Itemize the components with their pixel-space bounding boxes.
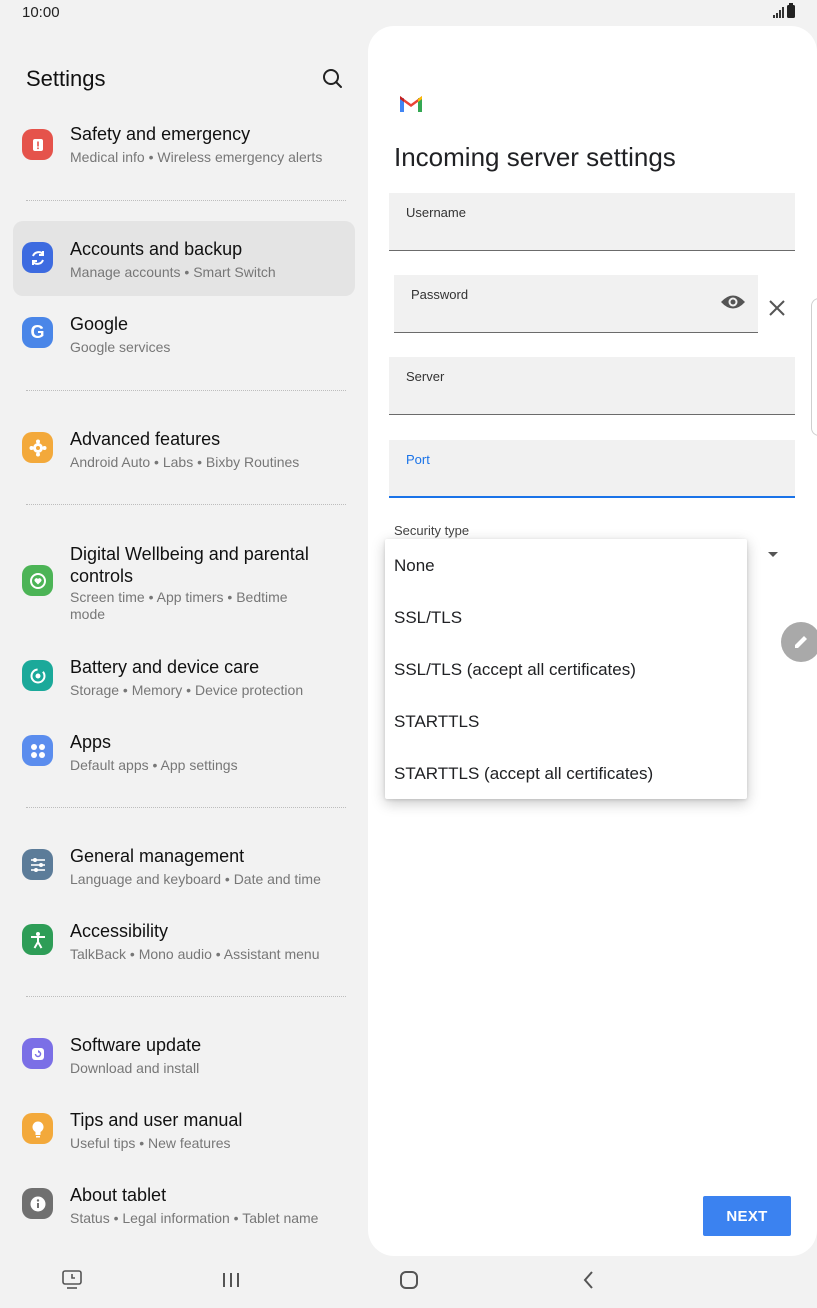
settings-item-accessibility[interactable]: Accessibility TalkBack • Mono audio • As… bbox=[13, 903, 355, 978]
item-title-line2: controls bbox=[70, 566, 134, 586]
server-field[interactable]: Server bbox=[389, 357, 795, 415]
item-title: Advanced features bbox=[70, 429, 221, 449]
item-title: Tips and user manual bbox=[70, 1110, 243, 1130]
sliders-icon bbox=[22, 849, 53, 880]
page-title: Incoming server settings bbox=[394, 142, 676, 172]
item-subtitle: Storage • Memory • Device protection bbox=[70, 682, 304, 698]
close-icon bbox=[769, 300, 785, 316]
divider bbox=[26, 390, 346, 391]
status-time: 10:00 bbox=[22, 4, 60, 21]
settings-item-tips[interactable]: Tips and user manual Useful tips • New f… bbox=[13, 1092, 355, 1167]
back-icon bbox=[583, 1271, 593, 1289]
item-subtitle: Status • Legal information • Tablet name bbox=[70, 1210, 319, 1226]
item-subtitle: Screen time • App timers • Bedtime bbox=[70, 589, 288, 605]
settings-item-battery[interactable]: Battery and device care Storage • Memory… bbox=[13, 639, 355, 714]
settings-item-advanced-features[interactable]: Advanced features Android Auto • Labs • … bbox=[13, 411, 355, 486]
wellbeing-icon bbox=[22, 565, 53, 596]
settings-item-safety[interactable]: Safety and emergency Medical info • Wire… bbox=[13, 108, 355, 183]
divider bbox=[26, 504, 346, 505]
item-title: Safety and emergency bbox=[70, 124, 251, 144]
item-subtitle: Manage accounts • Smart Switch bbox=[70, 264, 276, 280]
taskbar-icon bbox=[62, 1270, 82, 1289]
settings-item-general-management[interactable]: General management Language and keyboard… bbox=[13, 828, 355, 903]
google-icon: G bbox=[22, 317, 53, 348]
settings-item-accounts[interactable]: Accounts and backup Manage accounts • Sm… bbox=[13, 221, 355, 296]
status-bar: 10:00 bbox=[0, 0, 817, 26]
settings-item-digital-wellbeing[interactable]: Digital Wellbeing and parental controls … bbox=[13, 535, 355, 635]
settings-panel: Settings Safety and emergency Medical in… bbox=[0, 26, 368, 1256]
menu-item-none[interactable]: None bbox=[394, 556, 435, 576]
security-type-label: Security type bbox=[394, 523, 470, 538]
search-button[interactable] bbox=[318, 64, 348, 94]
back-button[interactable] bbox=[577, 1268, 601, 1297]
show-password-icon[interactable] bbox=[720, 293, 746, 316]
settings-item-about-tablet[interactable]: About tablet Status • Legal information … bbox=[13, 1167, 355, 1242]
navigation-bar bbox=[0, 1256, 817, 1308]
edge-panel-handle[interactable] bbox=[811, 298, 817, 436]
item-title: Apps bbox=[70, 732, 112, 752]
device-care-icon bbox=[22, 660, 53, 691]
item-subtitle: Download and install bbox=[70, 1060, 200, 1076]
settings-item-apps[interactable]: Apps Default apps • App settings bbox=[13, 714, 355, 789]
menu-item-ssl-tls-accept-all[interactable]: SSL/TLS (accept all certificates) bbox=[394, 660, 636, 680]
gmail-logo-icon bbox=[398, 94, 424, 119]
info-icon bbox=[22, 1188, 53, 1219]
password-field[interactable]: Password bbox=[394, 275, 758, 333]
item-subtitle: TalkBack • Mono audio • Assistant menu bbox=[70, 946, 320, 962]
bulb-icon bbox=[22, 1113, 53, 1144]
port-field[interactable]: Port bbox=[389, 440, 795, 498]
home-button[interactable] bbox=[397, 1268, 421, 1297]
accessibility-icon bbox=[22, 924, 53, 955]
menu-item-starttls[interactable]: STARTTLS bbox=[394, 712, 479, 732]
username-field[interactable]: Username bbox=[389, 193, 795, 251]
update-icon bbox=[22, 1038, 53, 1069]
pencil-icon bbox=[795, 636, 807, 648]
item-subtitle: Default apps • App settings bbox=[70, 757, 238, 773]
star-gear-icon bbox=[22, 432, 53, 463]
clear-password-button[interactable] bbox=[766, 297, 788, 324]
menu-item-ssl-tls[interactable]: SSL/TLS bbox=[394, 608, 462, 628]
item-title: Google bbox=[70, 314, 129, 334]
server-label: Server bbox=[406, 369, 445, 384]
battery-icon bbox=[787, 3, 795, 18]
settings-item-software-update[interactable]: Software update Download and install bbox=[13, 1017, 355, 1092]
status-icons bbox=[773, 3, 795, 18]
username-label: Username bbox=[406, 205, 466, 220]
recents-icon bbox=[223, 1273, 239, 1287]
security-type-menu: None SSL/TLS SSL/TLS (accept all certifi… bbox=[385, 539, 747, 799]
sync-icon bbox=[22, 242, 53, 273]
search-icon bbox=[323, 69, 342, 88]
item-subtitle: Language and keyboard • Date and time bbox=[70, 871, 321, 887]
item-subtitle: Medical info • Wireless emergency alerts bbox=[70, 149, 323, 165]
dropdown-arrow-icon[interactable] bbox=[768, 552, 778, 557]
settings-title: Settings bbox=[26, 66, 106, 91]
password-label: Password bbox=[411, 287, 469, 302]
edit-button[interactable] bbox=[781, 622, 817, 662]
item-title: General management bbox=[70, 846, 245, 866]
item-subtitle: Android Auto • Labs • Bixby Routines bbox=[70, 454, 300, 470]
item-subtitle: Google services bbox=[70, 339, 171, 355]
settings-item-google[interactable]: G Google Google services bbox=[13, 297, 355, 372]
next-button[interactable]: NEXT bbox=[703, 1196, 791, 1236]
divider bbox=[26, 807, 346, 808]
item-title: Accessibility bbox=[70, 921, 169, 941]
item-title: Software update bbox=[70, 1035, 202, 1055]
item-subtitle: Useful tips • New features bbox=[70, 1135, 231, 1151]
port-label: Port bbox=[406, 452, 430, 467]
recents-button[interactable] bbox=[219, 1268, 243, 1297]
signal-icon bbox=[773, 6, 784, 18]
recent-apps-taskbar-button[interactable] bbox=[60, 1268, 84, 1297]
home-icon bbox=[400, 1271, 418, 1289]
divider bbox=[26, 200, 346, 201]
menu-item-starttls-accept-all[interactable]: STARTTLS (accept all certificates) bbox=[394, 764, 653, 784]
item-title: Accounts and backup bbox=[70, 239, 243, 259]
alert-icon bbox=[22, 129, 53, 160]
item-title: Battery and device care bbox=[70, 657, 260, 677]
apps-icon bbox=[22, 735, 53, 766]
item-title: Digital Wellbeing and parental bbox=[70, 544, 309, 564]
divider bbox=[26, 996, 346, 997]
item-title: About tablet bbox=[70, 1185, 167, 1205]
item-subtitle-line2: mode bbox=[70, 606, 106, 622]
